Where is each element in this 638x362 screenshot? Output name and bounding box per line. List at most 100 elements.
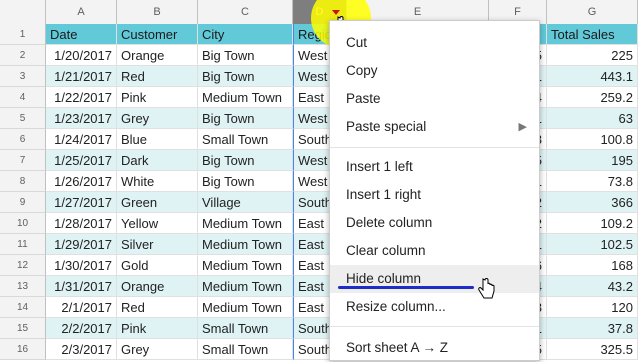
cell-customer[interactable]: Grey: [117, 339, 198, 360]
cell-city[interactable]: Medium Town: [198, 297, 293, 318]
row-number[interactable]: 13: [0, 276, 46, 297]
cell-customer[interactable]: Silver: [117, 234, 198, 255]
column-header-c[interactable]: C: [198, 0, 293, 24]
header-cell-customer[interactable]: Customer: [117, 24, 198, 45]
cell-city[interactable]: Big Town: [198, 108, 293, 129]
cell-date[interactable]: 1/24/2017: [46, 129, 117, 150]
cell-customer[interactable]: White: [117, 171, 198, 192]
row-number[interactable]: 9: [0, 192, 46, 213]
cell-customer[interactable]: Dark: [117, 150, 198, 171]
cell-customer[interactable]: Grey: [117, 108, 198, 129]
cell-date[interactable]: 1/29/2017: [46, 234, 117, 255]
header-cell-city[interactable]: City: [198, 24, 293, 45]
column-header-g[interactable]: G: [547, 0, 638, 24]
cell-total-sales[interactable]: 109.2: [547, 213, 638, 234]
cell-date[interactable]: 1/23/2017: [46, 108, 117, 129]
row-number[interactable]: 7: [0, 150, 46, 171]
row-number[interactable]: 6: [0, 129, 46, 150]
cell-customer[interactable]: Gold: [117, 255, 198, 276]
cell-customer[interactable]: Pink: [117, 318, 198, 339]
submenu-arrow-icon: ▶: [518, 121, 527, 133]
cell-total-sales[interactable]: 325.5: [547, 339, 638, 360]
cell-date[interactable]: 1/20/2017: [46, 45, 117, 66]
cell-city[interactable]: Village: [198, 192, 293, 213]
column-context-menu: Cut Copy Paste Paste special ▶ Insert 1 …: [329, 20, 540, 361]
cell-city[interactable]: Medium Town: [198, 213, 293, 234]
cell-date[interactable]: 2/1/2017: [46, 297, 117, 318]
menu-item-copy[interactable]: Copy: [330, 57, 539, 85]
row-number[interactable]: 2: [0, 45, 46, 66]
spreadsheet-grid: A B C D E F G 1 Date Customer City Regio…: [0, 0, 638, 361]
row-number[interactable]: 15: [0, 318, 46, 339]
cell-city[interactable]: Small Town: [198, 339, 293, 360]
pointer-hand-icon: [478, 278, 495, 299]
cell-total-sales[interactable]: 73.8: [547, 171, 638, 192]
menu-item-sort-a-z[interactable]: Sort sheet A → Z: [330, 334, 539, 362]
cell-date[interactable]: 1/30/2017: [46, 255, 117, 276]
cell-total-sales[interactable]: 120: [547, 297, 638, 318]
menu-item-insert-right[interactable]: Insert 1 right: [330, 181, 539, 209]
cell-customer[interactable]: Red: [117, 66, 198, 87]
row-number[interactable]: 1: [0, 24, 46, 45]
select-all-corner[interactable]: [0, 0, 46, 24]
cell-customer[interactable]: Orange: [117, 45, 198, 66]
menu-item-clear-column[interactable]: Clear column: [330, 237, 539, 265]
column-header-b[interactable]: B: [117, 0, 198, 24]
cell-customer[interactable]: Orange: [117, 276, 198, 297]
row-number[interactable]: 12: [0, 255, 46, 276]
menu-item-insert-left[interactable]: Insert 1 left: [330, 153, 539, 181]
cell-city[interactable]: Small Town: [198, 129, 293, 150]
menu-item-resize-column[interactable]: Resize column...: [330, 293, 539, 321]
cell-city[interactable]: Medium Town: [198, 234, 293, 255]
cell-date[interactable]: 1/26/2017: [46, 171, 117, 192]
row-number[interactable]: 5: [0, 108, 46, 129]
cell-city[interactable]: Big Town: [198, 171, 293, 192]
cell-city[interactable]: Big Town: [198, 45, 293, 66]
menu-item-paste[interactable]: Paste: [330, 85, 539, 113]
cell-city[interactable]: Big Town: [198, 150, 293, 171]
cell-date[interactable]: 1/25/2017: [46, 150, 117, 171]
cell-city[interactable]: Medium Town: [198, 87, 293, 108]
cell-total-sales[interactable]: 102.5: [547, 234, 638, 255]
table-row: 162/3/2017GreySmall TownSouth5325.5: [0, 339, 638, 360]
cell-total-sales[interactable]: 43.2: [547, 276, 638, 297]
cell-date[interactable]: 1/28/2017: [46, 213, 117, 234]
cell-total-sales[interactable]: 168: [547, 255, 638, 276]
cell-date[interactable]: 1/21/2017: [46, 66, 117, 87]
menu-item-paste-special[interactable]: Paste special ▶: [330, 113, 539, 141]
column-header-a[interactable]: A: [46, 0, 117, 24]
menu-item-cut[interactable]: Cut: [330, 29, 539, 57]
row-number[interactable]: 16: [0, 339, 46, 360]
cell-city[interactable]: Medium Town: [198, 276, 293, 297]
cell-customer[interactable]: Red: [117, 297, 198, 318]
cell-total-sales[interactable]: 63: [547, 108, 638, 129]
row-number[interactable]: 4: [0, 87, 46, 108]
row-number[interactable]: 10: [0, 213, 46, 234]
cell-customer[interactable]: Green: [117, 192, 198, 213]
row-number[interactable]: 3: [0, 66, 46, 87]
cell-date[interactable]: 2/2/2017: [46, 318, 117, 339]
cell-customer[interactable]: Pink: [117, 87, 198, 108]
cell-total-sales[interactable]: 366: [547, 192, 638, 213]
cell-total-sales[interactable]: 225: [547, 45, 638, 66]
cell-total-sales[interactable]: 37.8: [547, 318, 638, 339]
header-cell-total-sales[interactable]: Total Sales: [547, 24, 638, 45]
cell-date[interactable]: 1/22/2017: [46, 87, 117, 108]
cell-date[interactable]: 1/31/2017: [46, 276, 117, 297]
cell-customer[interactable]: Yellow: [117, 213, 198, 234]
row-number[interactable]: 14: [0, 297, 46, 318]
cell-total-sales[interactable]: 259.2: [547, 87, 638, 108]
row-number[interactable]: 11: [0, 234, 46, 255]
cell-date[interactable]: 2/3/2017: [46, 339, 117, 360]
cell-customer[interactable]: Blue: [117, 129, 198, 150]
cell-total-sales[interactable]: 100.8: [547, 129, 638, 150]
cell-date[interactable]: 1/27/2017: [46, 192, 117, 213]
cell-total-sales[interactable]: 195: [547, 150, 638, 171]
row-number[interactable]: 8: [0, 171, 46, 192]
cell-total-sales[interactable]: 443.1: [547, 66, 638, 87]
header-cell-date[interactable]: Date: [46, 24, 117, 45]
menu-item-delete-column[interactable]: Delete column: [330, 209, 539, 237]
cell-city[interactable]: Medium Town: [198, 255, 293, 276]
cell-city[interactable]: Big Town: [198, 66, 293, 87]
cell-city[interactable]: Small Town: [198, 318, 293, 339]
